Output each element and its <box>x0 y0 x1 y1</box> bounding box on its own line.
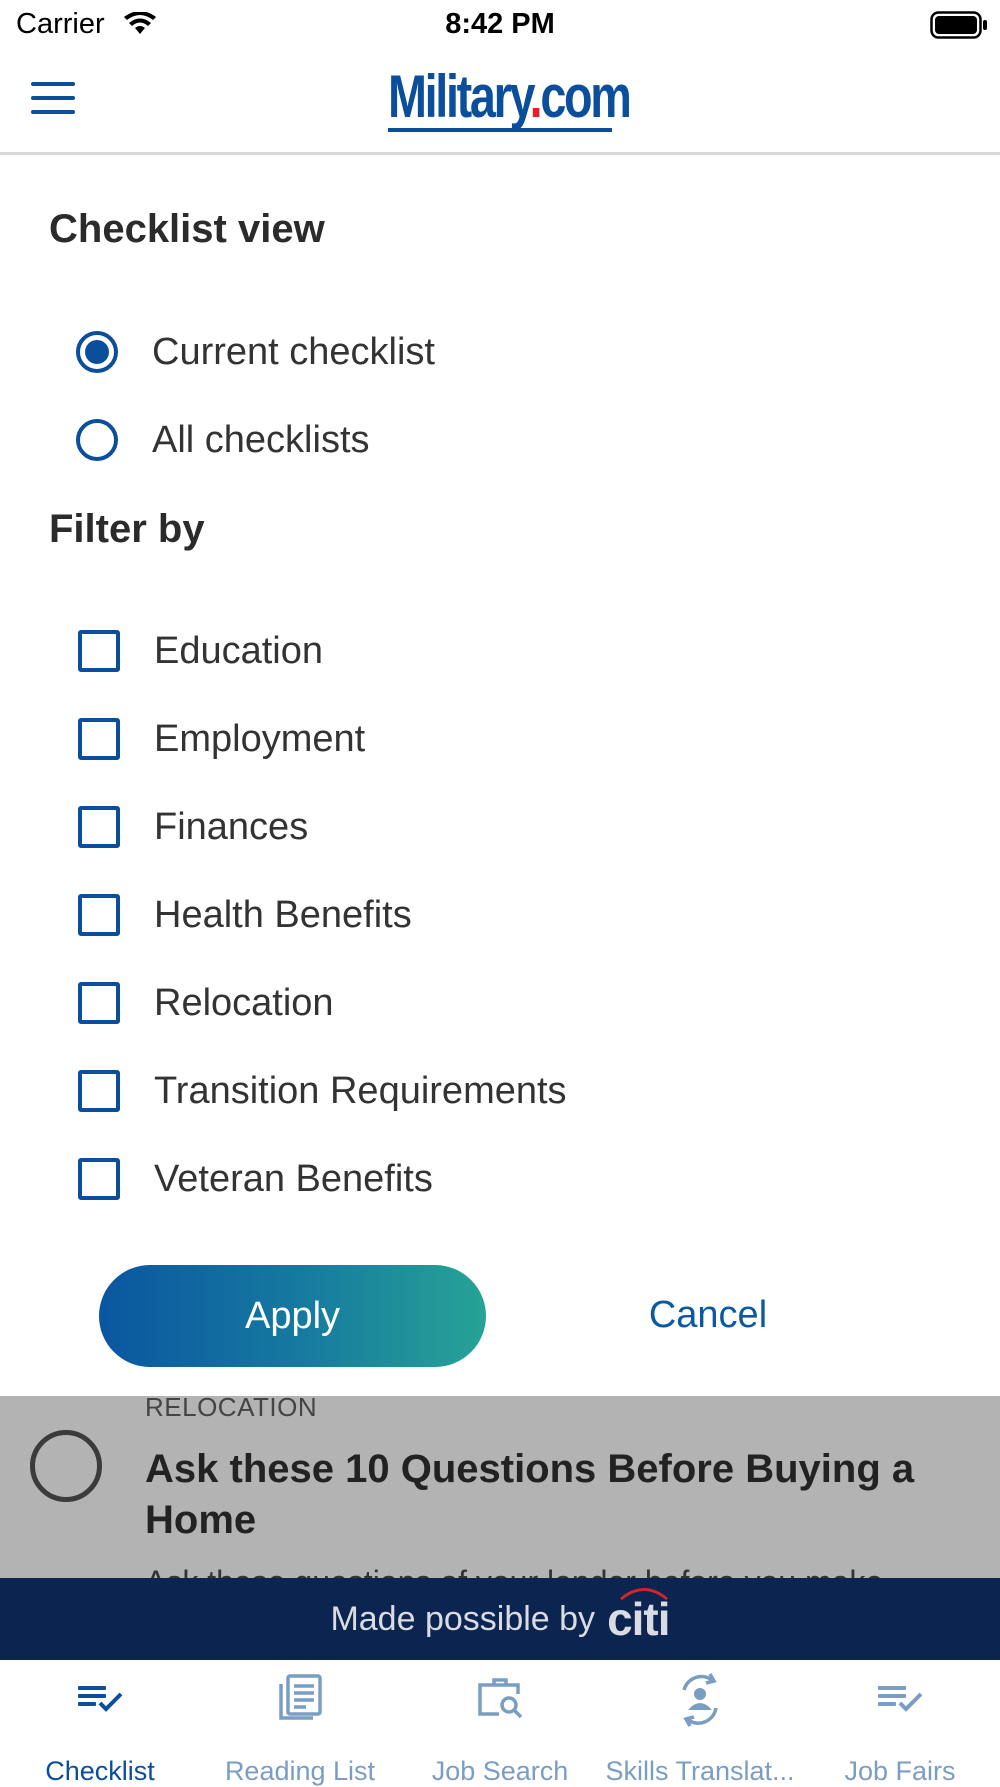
tab-checklist[interactable]: Checklist <box>0 1660 200 1786</box>
tab-job-search[interactable]: Job Search <box>400 1660 600 1786</box>
tab-label: Checklist <box>45 1756 155 1786</box>
checkbox-icon <box>78 1158 120 1200</box>
tab-label: Job Search <box>431 1756 569 1786</box>
skills-translator-icon <box>682 1673 718 1727</box>
checklist-view-title: Checklist view <box>49 207 325 251</box>
citi-arc-icon <box>620 1588 669 1600</box>
item-title: Ask these 10 Questions Before Buying a H… <box>145 1447 915 1542</box>
checklist-icon <box>78 1686 123 1712</box>
logo-word-military: Military <box>388 63 532 130</box>
tab-label: Skills Translat... <box>605 1756 795 1786</box>
checkbox-transition-requirements[interactable]: Transition Requirements <box>76 1061 567 1121</box>
item-complete-circle-icon <box>30 1430 102 1502</box>
sponsor-text: Made possible by <box>330 1599 596 1638</box>
checkbox-education[interactable]: Education <box>76 621 323 681</box>
checkbox-label: Finances <box>154 805 309 848</box>
citi-logo: citi <box>607 1588 671 1646</box>
logo-underline <box>388 128 612 132</box>
filter-panel: Checklist view Current checklist All che… <box>0 155 1000 1396</box>
status-bar: Carrier 8:42 PM <box>0 0 1000 52</box>
item-category: RELOCATION <box>145 1396 318 1422</box>
checkbox-icon <box>78 718 120 760</box>
job-search-icon <box>478 1678 523 1719</box>
tab-label: Job Fairs <box>844 1756 956 1786</box>
checkbox-icon <box>78 982 120 1024</box>
checkbox-label: Relocation <box>154 981 334 1024</box>
radio-all-checklists[interactable]: All checklists <box>76 410 370 470</box>
checkbox-finances[interactable]: Finances <box>76 797 308 857</box>
checkbox-icon <box>78 1070 120 1112</box>
checkbox-health-benefits[interactable]: Health Benefits <box>76 885 412 945</box>
radio-unselected-icon <box>76 419 118 461</box>
item-description: Ask these questions of your lender befor… <box>145 1564 883 1578</box>
logo-word-com: com <box>540 63 632 130</box>
checkbox-label: Employment <box>154 717 366 760</box>
checkbox-label: Transition Requirements <box>154 1069 567 1112</box>
checkbox-veteran-benefits[interactable]: Veteran Benefits <box>76 1149 433 1209</box>
radio-label: All checklists <box>152 418 370 461</box>
tab-reading-list[interactable]: Reading List <box>200 1660 400 1786</box>
tab-skills-translator[interactable]: Skills Translat... <box>600 1660 800 1786</box>
logo-dot: . <box>529 63 543 130</box>
background-checklist-item: RELOCATION Ask these 10 Questions Before… <box>0 1396 1000 1578</box>
citi-wordmark: citi <box>607 1593 670 1645</box>
reading-list-icon <box>279 1674 322 1720</box>
radio-label: Current checklist <box>152 330 435 373</box>
checkbox-icon <box>78 806 120 848</box>
checkbox-icon <box>78 894 120 936</box>
cancel-button[interactable]: Cancel <box>600 1285 816 1345</box>
apply-button[interactable]: Apply <box>99 1265 486 1367</box>
checkbox-employment[interactable]: Employment <box>76 709 365 769</box>
checkbox-label: Veteran Benefits <box>154 1157 433 1200</box>
radio-current-checklist[interactable]: Current checklist <box>76 322 435 382</box>
clock: 8:42 PM <box>445 8 555 40</box>
checkbox-label: Education <box>154 629 324 672</box>
military-com-logo: Military.com <box>388 63 632 136</box>
tab-label: Reading List <box>224 1756 376 1786</box>
tab-job-fairs[interactable]: Job Fairs <box>800 1660 1000 1786</box>
checkbox-label: Health Benefits <box>154 893 412 936</box>
app-header: Military.com <box>0 52 1000 155</box>
hamburger-menu-icon[interactable] <box>28 80 78 120</box>
checkbox-relocation[interactable]: Relocation <box>76 973 334 1033</box>
filter-by-title: Filter by <box>49 507 205 551</box>
radio-selected-icon <box>76 331 118 373</box>
bottom-tab-bar: Checklist Reading List Job Search Skills… <box>0 1660 1000 1786</box>
checkbox-icon <box>78 630 120 672</box>
battery-icon <box>930 11 987 39</box>
job-fairs-icon <box>878 1686 923 1712</box>
sponsor-banner[interactable]: Made possible by citi <box>0 1578 1000 1660</box>
